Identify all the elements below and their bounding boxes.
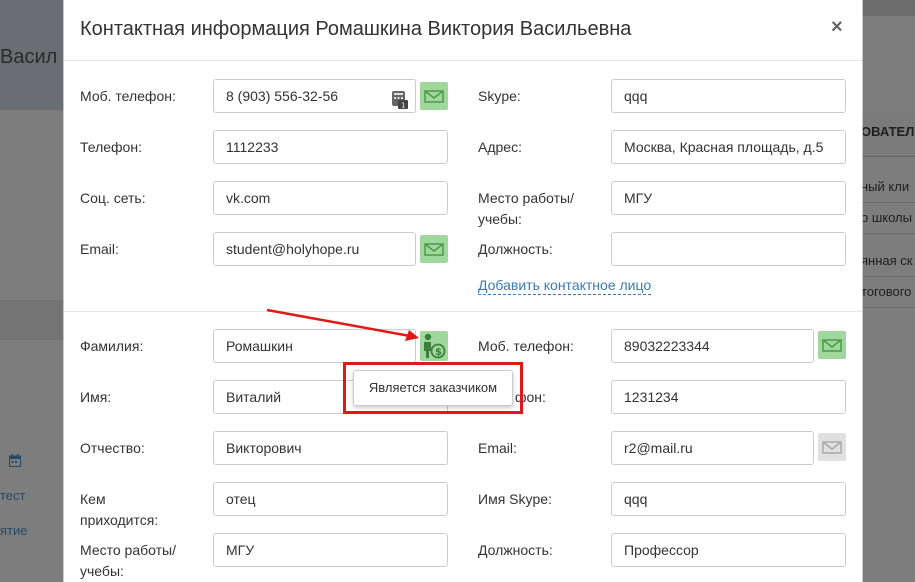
background-right-title: ОВАТЕЛ <box>861 124 915 139</box>
calendar-icon <box>9 454 21 470</box>
contact-relation-input[interactable]: отец <box>213 482 448 516</box>
student-phone-label: Телефон: <box>80 139 142 155</box>
student-position-input[interactable] <box>611 232 846 266</box>
student-mobile-label: Моб. телефон: <box>80 88 176 104</box>
student-mobile-input[interactable]: 8 (903) 556-32-56 1 <box>213 79 416 113</box>
envelope-icon[interactable] <box>420 235 448 263</box>
contact-surname-label: Фамилия: <box>80 338 144 354</box>
svg-text:1: 1 <box>401 102 405 110</box>
section-divider <box>64 311 862 312</box>
svg-text:$: $ <box>435 347 442 358</box>
contact-mobile-label: Моб. телефон: <box>478 338 574 354</box>
background-right-top <box>861 0 915 16</box>
close-icon[interactable]: × <box>831 16 843 39</box>
add-contact-link[interactable]: Добавить контактное лицо <box>478 276 652 295</box>
modal-header: Контактная информация Ромашкина Виктория… <box>64 0 862 61</box>
contact-position-input[interactable]: Профессор <box>611 533 846 567</box>
student-email-input[interactable]: student@holyhope.ru <box>213 232 416 266</box>
student-work-label: Место работы/ учебы: <box>478 190 574 227</box>
contact-email-input[interactable]: r2@mail.ru <box>611 431 814 465</box>
student-skype-label: Skype: <box>478 88 521 104</box>
contact-phone-input[interactable]: 1231234 <box>611 380 846 414</box>
background-link-1: тест <box>0 488 26 503</box>
contact-relation-label: Кем приходится: <box>80 491 159 528</box>
envelope-icon[interactable] <box>420 82 448 110</box>
annotation-highlight-box <box>343 362 523 414</box>
sms-icon[interactable]: 1 <box>392 88 408 110</box>
background-link-2: ятие <box>0 523 28 538</box>
student-social-input[interactable]: vk.com <box>213 181 448 215</box>
background-right-row: ный кли <box>861 172 915 203</box>
student-social-label: Соц. сеть: <box>80 190 146 206</box>
contact-name-label: Имя: <box>80 389 112 405</box>
contact-patronymic-label: Отчество: <box>80 440 145 456</box>
envelope-icon[interactable] <box>818 433 846 461</box>
background-right-row: о школы <box>861 203 915 234</box>
contact-skype-input[interactable]: qqq <box>611 482 846 516</box>
student-mobile-value: 8 (903) 556-32-56 <box>226 88 339 104</box>
student-email-label: Email: <box>80 241 119 257</box>
contact-work-label: Место работы/ учебы: <box>80 542 176 579</box>
contact-info-modal: Контактная информация Ромашкина Виктория… <box>63 0 863 582</box>
contact-mobile-input[interactable]: 89032223344 <box>611 329 814 363</box>
contact-work-input[interactable]: МГУ <box>213 533 448 567</box>
background-left-title: Васил <box>0 46 58 68</box>
contact-patronymic-input[interactable]: Викторович <box>213 431 448 465</box>
modal-title: Контактная информация Ромашкина Виктория… <box>80 18 632 40</box>
envelope-icon[interactable] <box>818 331 846 359</box>
student-work-input[interactable]: МГУ <box>611 181 846 215</box>
contact-skype-label: Имя Skype: <box>478 491 552 507</box>
contact-email-label: Email: <box>478 440 517 456</box>
background-right-row: янная ск <box>861 246 915 277</box>
background-right-row: тогового <box>861 277 915 308</box>
student-address-input[interactable]: Москва, Красная площадь, д.5 <box>611 130 846 164</box>
contact-position-label: Должность: <box>478 542 553 558</box>
student-position-label: Должность: <box>478 241 553 257</box>
background-right-header: ОВАТЕЛ <box>861 110 915 157</box>
student-skype-input[interactable]: qqq <box>611 79 846 113</box>
background-left-band <box>0 300 66 340</box>
student-phone-input[interactable]: 1112233 <box>213 130 448 164</box>
background-left-header: Васил <box>0 0 66 110</box>
student-address-label: Адрес: <box>478 139 522 155</box>
customer-payer-icon[interactable]: $ <box>420 331 448 361</box>
annotation-arrow <box>266 308 419 341</box>
